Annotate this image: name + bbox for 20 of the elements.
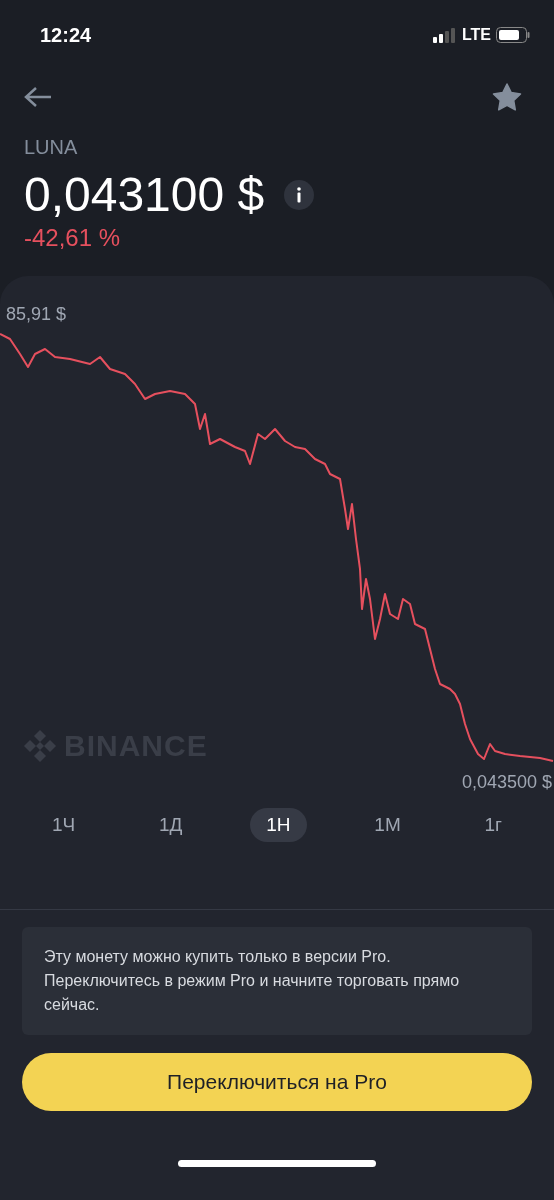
status-time: 12:24: [40, 23, 92, 47]
network-label: LTE: [461, 26, 491, 44]
info-icon[interactable]: [284, 179, 315, 210]
coin-symbol: LUNA: [24, 136, 79, 159]
period-tab[interactable]: 1Д: [142, 808, 199, 842]
battery-icon: [496, 27, 530, 43]
price: 0,043100 $: [24, 167, 265, 222]
period-tab[interactable]: 1г: [468, 808, 519, 842]
logo-icon: [22, 728, 58, 764]
signal-icon: [432, 27, 457, 43]
high-price-label: 85,91 $: [6, 304, 67, 325]
back-arrow-icon[interactable]: [24, 86, 52, 108]
switch-pro-button[interactable]: Переключиться на Pro: [22, 1053, 532, 1111]
star-icon[interactable]: [492, 83, 522, 111]
period-tab[interactable]: 1Ч: [35, 808, 92, 842]
notice-message: Эту монету можно купить только в версии Pro. Переключитесь в режим Pro и начните торговать прямо сейчас.: [22, 927, 532, 1035]
period-tab[interactable]: 1Н: [250, 808, 307, 842]
price-change: -42,61 %: [24, 224, 122, 252]
period-tab[interactable]: 1М: [358, 808, 417, 842]
low-price-label: 0,043500 $: [461, 772, 552, 793]
